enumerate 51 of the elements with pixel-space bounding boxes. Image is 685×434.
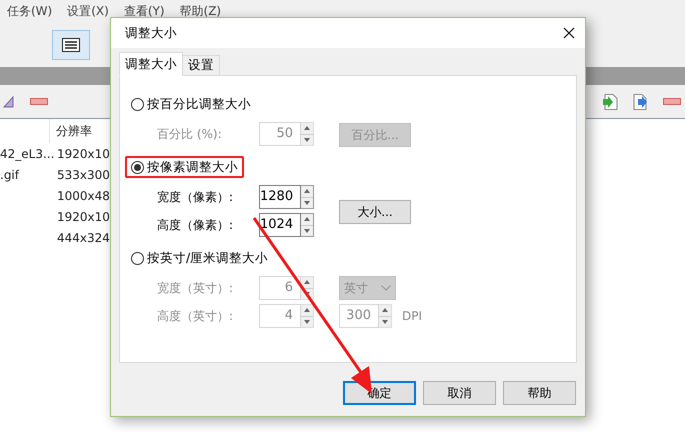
chevron-icon: [381, 285, 391, 291]
down-arrow-icon[interactable]: [304, 200, 310, 205]
radio-label: 按百分比调整大小: [147, 94, 251, 113]
list-view-icon[interactable]: [52, 30, 90, 60]
resolution-cell-text: 533x300: [57, 166, 110, 184]
up-arrow-icon[interactable]: [382, 308, 388, 312]
tab[interactable]: 调整大小: [119, 52, 183, 76]
up-arrow-icon[interactable]: [304, 126, 310, 130]
menu-item[interactable]: 任务(W): [7, 2, 52, 20]
dialog-button[interactable]: 大小...: [339, 200, 411, 224]
field-label: 宽度（像素）:: [156, 189, 234, 206]
column-header[interactable]: 分辨率: [50, 122, 92, 140]
down-arrow-icon[interactable]: [304, 320, 310, 324]
down-arrow-icon[interactable]: [304, 228, 310, 233]
dialog-button[interactable]: 帮助: [503, 381, 576, 405]
menu-item[interactable]: 设置(X): [67, 2, 109, 20]
field-label: 宽度（英寸）:: [156, 280, 234, 297]
radio-label: 按英寸/厘米调整大小: [147, 248, 268, 267]
resolution-cell-text: 1920x10: [57, 208, 110, 226]
file-name: .gif: [0, 168, 19, 182]
radio-label: 按像素调整大小: [147, 158, 238, 176]
field-label: 高度（英寸）:: [156, 308, 234, 325]
up-arrow-icon[interactable]: [304, 189, 310, 194]
number-field[interactable]: 1024: [259, 213, 301, 237]
triangle-icon[interactable]: [2, 96, 14, 108]
dialog-button[interactable]: 取消: [423, 381, 496, 405]
radio-button[interactable]: [131, 98, 144, 110]
resolution-cell-text: 1000x48: [57, 188, 110, 204]
tab[interactable]: 设置: [182, 55, 220, 76]
spinner[interactable]: [301, 213, 314, 237]
down-arrow-icon[interactable]: [304, 138, 310, 142]
dialog-title: 调整大小: [125, 24, 177, 42]
number-field[interactable]: 1280: [259, 185, 301, 209]
menu-item[interactable]: 查看(Y): [124, 2, 165, 20]
up-arrow-icon[interactable]: [304, 280, 310, 284]
resolution-cell-text: 1920x10: [57, 146, 110, 162]
up-arrow-icon[interactable]: [304, 308, 310, 312]
radio-button[interactable]: [131, 160, 144, 174]
spinner[interactable]: [301, 185, 314, 209]
field-label: 高度（像素）:: [156, 217, 234, 234]
down-arrow-icon[interactable]: [304, 292, 310, 296]
down-arrow-icon[interactable]: [382, 320, 388, 324]
document-arrow-icon[interactable]: [633, 94, 648, 110]
document-arrow-icon[interactable]: [603, 94, 618, 110]
unit-label: DPI: [402, 308, 422, 325]
menu-item[interactable]: 帮助(Z): [180, 2, 222, 20]
up-arrow-icon[interactable]: [304, 217, 310, 222]
resolution-cell-text: 444x324: [57, 230, 110, 246]
radio-button[interactable]: [131, 252, 144, 264]
file-name: 42_eL3...: [0, 146, 54, 160]
field-label: 百分比 (%):: [156, 126, 223, 143]
